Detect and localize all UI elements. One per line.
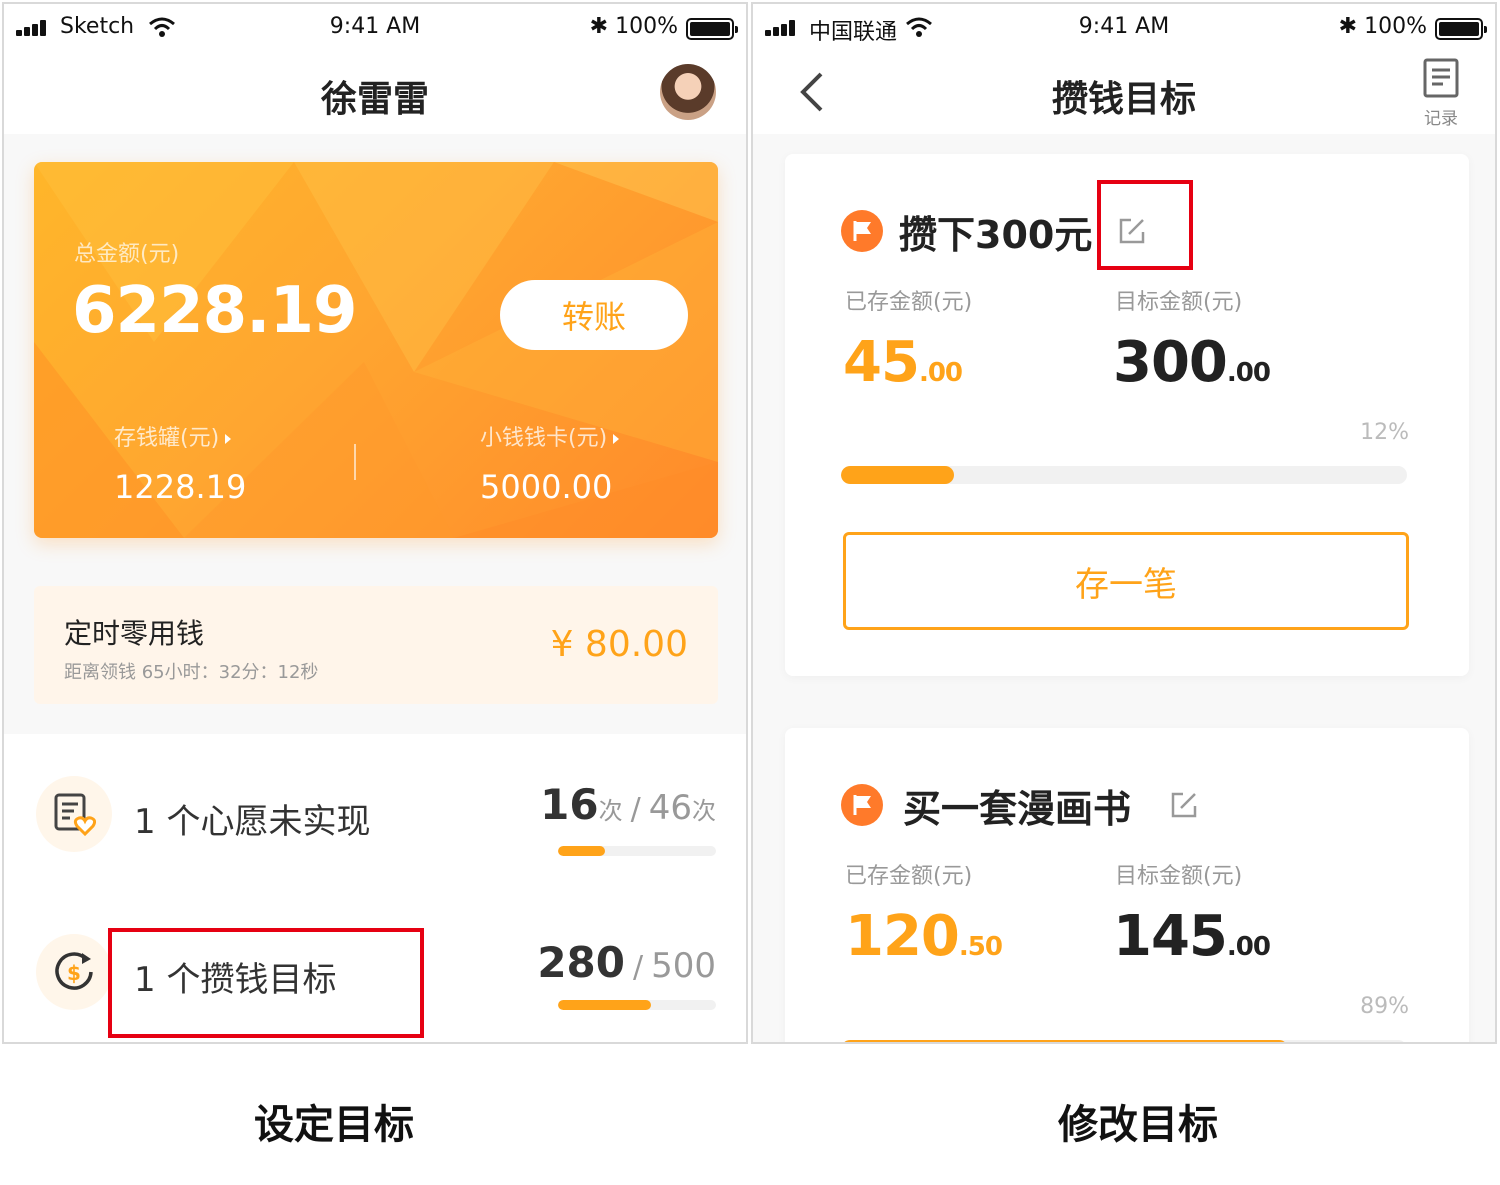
battery-icon (686, 18, 738, 40)
right-phone-screen: 中国联通 9:41 AM ✱ 100% 攒钱目标 记录 攒下300元 已存金额(… (751, 2, 1497, 1044)
wish-progress-fill (558, 846, 606, 856)
records-icon (1423, 58, 1459, 98)
allowance-title: 定时零用钱 (64, 617, 205, 650)
wish-done-unit: 次 (598, 797, 623, 825)
battery-icon (1435, 18, 1487, 40)
target-amount-integer: 145 (1113, 904, 1228, 969)
wish-list-icon-wrapper (36, 776, 112, 852)
scheduled-allowance-card[interactable]: 定时零用钱 距离领钱 65小时：32分：12秒 ¥ 80.00 (34, 586, 718, 704)
highlight-box (108, 928, 424, 1038)
saved-amount-decimal: .50 (958, 932, 1003, 962)
money-card-value: 5000.00 (480, 468, 613, 506)
saved-amount-integer: 120 (845, 904, 960, 969)
progress-percent: 89% (1360, 994, 1409, 1019)
wish-count-label[interactable]: 1 个心愿未实现 (134, 794, 370, 843)
battery-percent: 100% (1364, 14, 1427, 39)
savings-current-value: 280 (537, 938, 625, 987)
total-amount-label: 总金额(元) (74, 242, 180, 267)
goal-card: 攒下300元 已存金额(元) 目标金额(元) 45.00 300.00 12% … (785, 154, 1469, 676)
nav-bar: 徐雷雷 (4, 52, 746, 134)
target-amount-value: 145.00 (1113, 904, 1271, 969)
bluetooth-icon: ✱ (589, 14, 608, 39)
target-amount-label: 目标金额(元) (1115, 864, 1243, 889)
status-bar: Sketch 9:41 AM ✱ 100% (4, 4, 746, 52)
allowance-countdown: 距离领钱 65小时：32分：12秒 (64, 662, 319, 683)
saved-amount-label: 已存金额(元) (845, 864, 973, 889)
goal-progress-fill (841, 1040, 1289, 1042)
savings-goal-icon-wrapper: $ (36, 934, 112, 1010)
highlight-box (1097, 180, 1193, 270)
summary-list: 1 个心愿未实现 16次/46次 $ 1 个攒钱目标 280/500 (4, 734, 746, 1042)
left-phone-screen: Sketch 9:41 AM ✱ 100% 徐雷雷 总金额(元) 6228.19… (2, 2, 748, 1044)
saved-amount-decimal: .00 (918, 358, 963, 388)
caption-set-goal: 设定目标 (254, 1102, 414, 1148)
wish-total-unit: 次 (692, 797, 716, 825)
target-amount-decimal: .00 (1226, 932, 1271, 962)
divider (354, 444, 356, 480)
piggy-bank-link[interactable]: 存钱罐(元) (114, 420, 232, 452)
money-card-label: 小钱钱卡(元) (480, 426, 608, 451)
piggy-bank-value: 1228.19 (114, 468, 247, 506)
status-bar: 中国联通 9:41 AM ✱ 100% (753, 4, 1495, 52)
allowance-amount: ¥ 80.00 (550, 624, 688, 665)
records-button[interactable]: 记录 (1417, 58, 1465, 129)
flag-icon (841, 210, 883, 252)
flag-icon (841, 784, 883, 826)
target-amount-decimal: .00 (1226, 358, 1271, 388)
records-label: 记录 (1424, 109, 1458, 129)
goal-title: 攒下300元 (899, 213, 1093, 257)
wish-progress-bar (558, 846, 716, 856)
savings-target-value: 500 (651, 946, 716, 986)
target-amount-value: 300.00 (1113, 330, 1271, 395)
caret-right-icon (225, 434, 232, 444)
piggy-bank-label: 存钱罐(元) (114, 426, 220, 451)
goal-progress-fill (841, 466, 955, 484)
goal-progress-bar (841, 1040, 1407, 1042)
transfer-button[interactable]: 转账 (500, 280, 688, 350)
bluetooth-icon: ✱ (1338, 14, 1357, 39)
goal-title: 买一套漫画书 (903, 787, 1132, 831)
goal-card: 买一套漫画书 已存金额(元) 目标金额(元) 120.50 145.00 89% (785, 728, 1469, 1042)
wish-list-icon (54, 793, 96, 836)
avatar[interactable] (660, 64, 716, 120)
deposit-button[interactable]: 存一笔 (843, 532, 1409, 630)
target-amount-integer: 300 (1113, 330, 1228, 395)
progress-percent: 12% (1360, 420, 1409, 445)
wish-done-count: 16 (540, 780, 599, 829)
money-card-link[interactable]: 小钱钱卡(元) (480, 420, 620, 452)
saved-amount-integer: 45 (843, 330, 920, 395)
saved-amount-value: 120.50 (845, 904, 1003, 969)
wish-total-count: 46 (648, 788, 692, 828)
goal-progress-bar (841, 466, 1407, 484)
edit-icon[interactable] (1169, 790, 1199, 820)
savings-progress-bar (558, 1000, 716, 1010)
svg-text:$: $ (67, 961, 81, 985)
saved-amount-value: 45.00 (843, 330, 963, 395)
page-title: 攒钱目标 (1051, 79, 1196, 120)
caption-edit-goal: 修改目标 (1058, 1102, 1218, 1148)
target-amount-label: 目标金额(元) (1115, 290, 1243, 315)
savings-progress-fill (558, 1000, 652, 1010)
total-amount-value: 6228.19 (72, 274, 357, 348)
wish-stat: 16次/46次 (540, 780, 716, 829)
nav-bar: 攒钱目标 记录 (753, 52, 1495, 134)
page-title: 徐雷雷 (320, 79, 429, 120)
savings-goal-icon: $ (55, 952, 93, 990)
saved-amount-label: 已存金额(元) (845, 290, 973, 315)
balance-card: 总金额(元) 6228.19 转账 存钱罐(元) 1228.19 小钱钱卡(元)… (34, 162, 718, 538)
savings-goal-stat: 280/500 (537, 938, 716, 987)
caret-right-icon (613, 434, 620, 444)
battery-percent: 100% (615, 14, 678, 39)
